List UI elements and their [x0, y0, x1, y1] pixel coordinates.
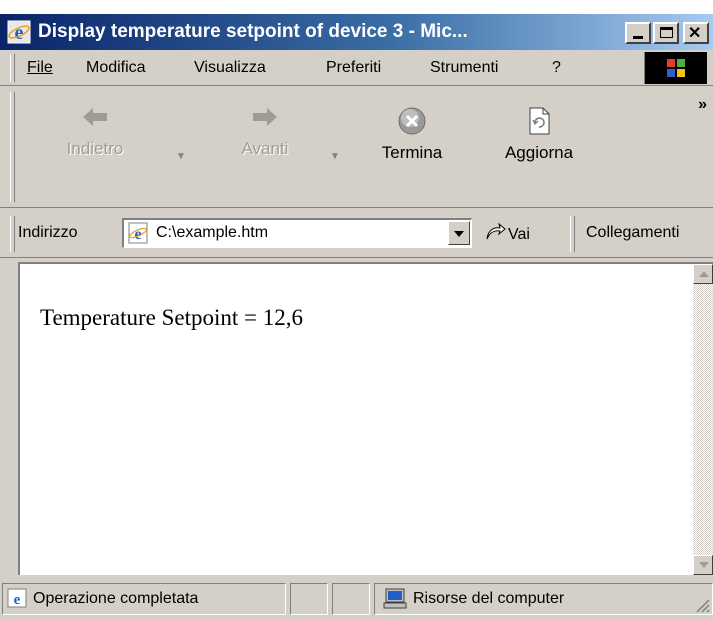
toolbar-overflow-chevron-icon[interactable]: »	[698, 96, 707, 114]
menu-bar: File Modifica Visualizza Preferiti Strum…	[0, 50, 713, 86]
browser-window: e Display temperature setpoint of device…	[0, 14, 713, 620]
forward-button[interactable]: Avanti	[210, 106, 320, 159]
go-button[interactable]: Vai	[484, 222, 530, 247]
stop-label: Termina	[381, 143, 443, 162]
links-toolbar[interactable]: Collegamenti	[586, 224, 679, 242]
back-button[interactable]: Indietro	[40, 106, 150, 159]
close-button[interactable]: ✕	[683, 22, 709, 44]
menu-file[interactable]: File	[27, 59, 53, 77]
computer-icon	[383, 587, 407, 614]
scroll-up-button[interactable]	[693, 264, 713, 284]
menu-strumenti[interactable]: Strumenti	[430, 59, 498, 77]
windows-logo-icon	[644, 52, 707, 84]
status-panel-main: e Operazione completata	[2, 583, 286, 615]
status-message: Operazione completata	[33, 590, 199, 607]
scroll-down-icon	[699, 562, 709, 568]
status-panel-progress	[290, 583, 328, 615]
zone-label: Risorse del computer	[413, 590, 565, 607]
refresh-label: Aggiorna	[504, 143, 574, 162]
menu-grip[interactable]	[10, 54, 15, 82]
status-panel-security	[332, 583, 370, 615]
back-dropdown-icon[interactable]: ▼	[176, 151, 186, 162]
address-value: C:\example.htm	[156, 224, 269, 241]
stop-button[interactable]: Termina	[357, 106, 467, 163]
forward-dropdown-icon[interactable]: ▼	[330, 151, 340, 162]
scroll-down-button[interactable]	[693, 555, 713, 575]
temperature-setpoint-text: Temperature Setpoint = 12,6	[40, 305, 304, 330]
svg-text:e: e	[15, 22, 24, 44]
address-input[interactable]: e C:\example.htm	[122, 218, 472, 248]
address-dropdown-button[interactable]	[448, 221, 470, 245]
menu-visualizza[interactable]: Visualizza	[194, 59, 266, 77]
ie-icon: e	[7, 20, 31, 44]
minimize-icon	[633, 36, 643, 39]
window-title: Display temperature setpoint of device 3…	[38, 21, 468, 42]
back-label: Indietro	[66, 139, 124, 158]
page-content: Temperature Setpoint = 12,6	[18, 262, 713, 575]
go-arrow-icon	[484, 222, 506, 247]
chevron-down-icon	[454, 231, 464, 237]
links-grip[interactable]	[570, 216, 575, 252]
address-grip[interactable]	[10, 216, 15, 252]
status-panel-zone: Risorse del computer	[374, 583, 713, 615]
done-page-icon: e	[6, 587, 28, 614]
page-icon: e	[127, 222, 149, 244]
toolbar-grip[interactable]	[10, 92, 15, 202]
go-label: Vai	[508, 225, 530, 243]
forward-label: Avanti	[241, 139, 289, 158]
vertical-scrollbar[interactable]	[693, 264, 713, 575]
refresh-icon	[526, 107, 552, 140]
refresh-button[interactable]: Aggiorna	[484, 106, 594, 163]
stop-icon	[397, 107, 427, 140]
close-icon: ✕	[688, 25, 702, 42]
address-label: Indirizzo	[18, 224, 78, 241]
standard-toolbar: Indietro ▼ Avanti ▼ Termina Aggiorna »	[0, 86, 713, 208]
minimize-button[interactable]	[625, 22, 651, 44]
title-bar[interactable]: e Display temperature setpoint of device…	[0, 14, 713, 50]
menu-modifica[interactable]: Modifica	[86, 59, 146, 77]
menu-preferiti[interactable]: Preferiti	[326, 59, 381, 77]
scroll-up-icon	[699, 271, 709, 277]
back-arrow-icon	[81, 108, 109, 132]
resize-grip-icon[interactable]	[692, 595, 710, 613]
forward-arrow-icon	[251, 108, 279, 132]
status-bar: e Operazione completata Risorse del comp…	[0, 577, 713, 620]
menu-help[interactable]: ?	[552, 59, 561, 77]
maximize-icon	[660, 27, 673, 38]
maximize-button[interactable]	[653, 22, 679, 44]
svg-text:e: e	[14, 592, 21, 608]
address-bar: Indirizzo e C:\example.htm Vai Collegame…	[0, 208, 713, 258]
